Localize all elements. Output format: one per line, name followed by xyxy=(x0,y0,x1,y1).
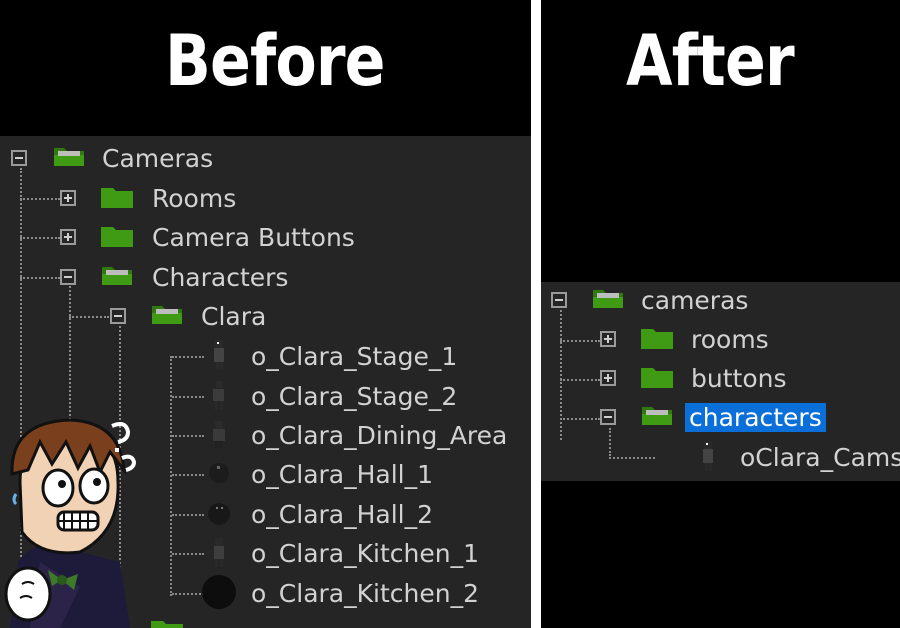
tree-row-rooms[interactable]: rooms xyxy=(541,321,900,357)
before-heading: Before xyxy=(165,20,385,102)
tree-guide-line xyxy=(172,435,204,437)
tree-label: o_Clara_Stage_1 xyxy=(251,341,458,371)
tree-guide-line xyxy=(172,356,204,358)
tree-label: o_Clara_Hall_1 xyxy=(251,459,434,489)
folder-open-icon xyxy=(54,148,84,166)
tree-row-object[interactable]: o_Clara_Stage_1 xyxy=(0,338,531,374)
tree-row-rooms[interactable]: Rooms xyxy=(0,180,531,216)
tree-row-characters[interactable]: Characters xyxy=(0,259,531,295)
tree-label: Characters xyxy=(152,262,289,292)
before-panel: Before Cameras Rooms Camera Buttons Char… xyxy=(0,0,531,628)
tree-row-cameras[interactable]: Cameras xyxy=(0,140,531,176)
folder-icon xyxy=(101,188,133,208)
tree-label: oClara_Cams xyxy=(740,442,900,472)
folder-icon xyxy=(641,329,673,349)
tree-label: rooms xyxy=(691,324,769,354)
tree-label: o_Clara_Stage_2 xyxy=(251,381,458,411)
object-sprite-icon xyxy=(703,441,713,471)
tree-guide-line xyxy=(172,396,204,398)
object-sprite-icon xyxy=(213,381,224,410)
panel-divider xyxy=(531,0,541,628)
object-sprite-icon xyxy=(202,575,236,609)
tree-label: o_Clara_Hall_2 xyxy=(251,499,434,529)
expand-icon[interactable] xyxy=(60,229,76,245)
tree-label-selected: characters xyxy=(685,402,826,432)
tree-guide-line xyxy=(172,553,204,555)
folder-open-icon xyxy=(642,407,672,425)
tree-row-object[interactable]: oClara_Cams xyxy=(541,439,900,475)
tree-row-characters[interactable]: characters xyxy=(541,399,900,435)
after-heading: After xyxy=(626,20,795,102)
tree-label: o_Clara_Kitchen_2 xyxy=(251,578,479,608)
tree-row-buttons[interactable]: buttons xyxy=(541,360,900,396)
tree-label: cameras xyxy=(641,285,749,315)
collapse-icon[interactable] xyxy=(600,409,616,425)
after-panel: After cameras rooms buttons characters o… xyxy=(541,0,900,628)
tree-row-cameras[interactable]: cameras xyxy=(541,282,900,318)
tree-row-clara[interactable]: Clara xyxy=(0,298,531,334)
tree-guide-line xyxy=(172,514,204,516)
object-sprite-icon xyxy=(214,538,224,567)
folder-open-icon xyxy=(152,306,182,324)
tree-label: o_Clara_Dining_Area xyxy=(251,420,508,450)
tree-row-object[interactable]: o_Clara_Stage_2 xyxy=(0,378,531,414)
expand-icon[interactable] xyxy=(600,370,616,386)
object-sprite-icon xyxy=(213,421,225,448)
expand-icon[interactable] xyxy=(600,331,616,347)
folder-open-icon xyxy=(102,267,132,285)
object-sprite-icon xyxy=(208,503,230,525)
tree-label: Clara xyxy=(201,301,267,331)
folder-icon xyxy=(641,368,673,388)
confused-character-illustration xyxy=(4,418,137,628)
tree-label: o_Clara_Kitchen_1 xyxy=(251,538,479,568)
tree-guide-line xyxy=(172,474,204,476)
object-sprite-icon xyxy=(214,340,224,370)
folder-icon xyxy=(101,227,133,247)
collapse-icon[interactable] xyxy=(551,292,567,308)
object-sprite-icon xyxy=(209,463,229,483)
tree-label: Camera Buttons xyxy=(152,222,355,252)
expand-icon[interactable] xyxy=(60,190,76,206)
tree-label: buttons xyxy=(691,363,787,393)
tree-label: Rooms xyxy=(152,183,237,213)
collapse-icon[interactable] xyxy=(60,269,76,285)
tree-row-camera-buttons[interactable]: Camera Buttons xyxy=(0,219,531,255)
tree-label: Cameras xyxy=(102,143,214,173)
folder-open-icon xyxy=(593,290,623,308)
collapse-icon[interactable] xyxy=(110,308,126,324)
collapse-icon[interactable] xyxy=(11,150,27,166)
